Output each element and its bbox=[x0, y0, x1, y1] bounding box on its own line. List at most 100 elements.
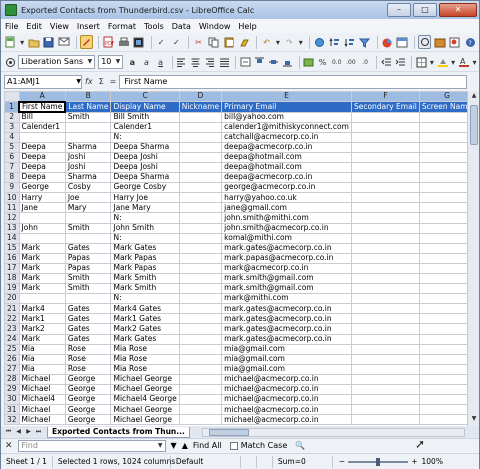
table-cell[interactable] bbox=[178, 161, 223, 174]
table-cell[interactable]: calender1@mithiskyconnect.com bbox=[221, 121, 352, 133]
table-cell[interactable]: Michael bbox=[18, 373, 66, 386]
next-sheet-icon[interactable]: ▶ bbox=[24, 428, 33, 437]
table-cell[interactable]: mark.gates@acmecorp.co.in bbox=[221, 242, 352, 254]
table-cell[interactable]: Jane bbox=[18, 202, 66, 214]
table-cell[interactable]: Mark bbox=[18, 262, 66, 275]
menu-insert[interactable]: Insert bbox=[77, 22, 100, 31]
table-cell[interactable]: Nickname bbox=[178, 101, 223, 113]
table-cell[interactable]: deepa@acmecorp.co.in bbox=[221, 172, 352, 184]
table-cell[interactable] bbox=[350, 192, 420, 204]
table-cell[interactable]: mark.gates@acmecorp.co.in bbox=[221, 323, 352, 335]
table-cell[interactable] bbox=[418, 242, 467, 254]
table-cell[interactable]: N: bbox=[110, 232, 180, 244]
styles-icon[interactable] bbox=[4, 55, 16, 69]
table-cell[interactable]: Mark4 Gates bbox=[110, 303, 180, 315]
close-button[interactable]: ✕ bbox=[439, 3, 477, 17]
undo-icon[interactable]: ↶ bbox=[260, 35, 273, 49]
dropdown-arrow-icon[interactable]: ▾ bbox=[275, 35, 281, 49]
menu-edit[interactable]: Edit bbox=[26, 22, 42, 31]
print-preview-icon[interactable] bbox=[132, 35, 145, 49]
table-cell[interactable] bbox=[418, 404, 467, 416]
table-cell[interactable] bbox=[178, 404, 223, 416]
column-header[interactable]: B bbox=[64, 91, 112, 102]
table-cell[interactable] bbox=[350, 323, 420, 335]
autospell-icon[interactable]: ✓ bbox=[170, 35, 183, 49]
table-cell[interactable]: Bill Smith bbox=[110, 111, 180, 123]
table-cell[interactable]: Michael4 George bbox=[110, 394, 180, 406]
table-cell[interactable] bbox=[350, 373, 420, 386]
table-cell[interactable]: catchall@acmecorp.co.in bbox=[221, 131, 352, 143]
table-cell[interactable]: Smith bbox=[64, 111, 112, 123]
table-cell[interactable]: Mia bbox=[18, 343, 66, 355]
table-cell[interactable] bbox=[418, 202, 467, 214]
table-cell[interactable] bbox=[418, 283, 467, 295]
table-cell[interactable]: George bbox=[64, 373, 112, 386]
clone-formatting-icon[interactable] bbox=[238, 35, 251, 49]
sum-icon[interactable]: Σ bbox=[99, 77, 104, 86]
scroll-down-icon[interactable]: ▼ bbox=[469, 415, 479, 425]
spreadsheet-grid[interactable]: A B C D E F G 1 First Name Last Name Displa… bbox=[4, 91, 467, 426]
row-header[interactable]: 31 bbox=[4, 404, 20, 416]
table-cell[interactable]: Smith bbox=[64, 272, 112, 285]
table-cell[interactable]: mia@gmail.com bbox=[221, 343, 352, 355]
table-cell[interactable]: Deepa Sharma bbox=[110, 172, 180, 184]
table-cell[interactable]: Smith bbox=[64, 222, 112, 234]
row-header[interactable]: 29 bbox=[4, 384, 20, 396]
table-cell[interactable]: mark@acmecorp.co.in bbox=[221, 262, 352, 275]
table-cell[interactable]: Joshi bbox=[64, 151, 112, 163]
function-equals-icon[interactable]: = bbox=[110, 77, 117, 86]
table-cell[interactable] bbox=[350, 141, 420, 153]
row-header[interactable]: 23 bbox=[4, 323, 20, 335]
table-cell[interactable]: Mark Smith bbox=[110, 272, 180, 285]
table-cell[interactable]: Deepa Sharma bbox=[110, 141, 180, 153]
table-cell[interactable]: Gates bbox=[64, 333, 112, 345]
table-cell[interactable] bbox=[350, 313, 420, 325]
table-cell[interactable]: deepa@hotmail.com bbox=[221, 151, 352, 163]
row-header[interactable]: 19 bbox=[4, 283, 20, 295]
table-cell[interactable]: Gates bbox=[64, 323, 112, 335]
table-cell[interactable]: Mark2 bbox=[18, 323, 66, 335]
table-cell[interactable] bbox=[350, 252, 420, 264]
table-cell[interactable]: Calender1 bbox=[110, 121, 180, 133]
table-cell[interactable] bbox=[178, 252, 223, 264]
table-cell[interactable] bbox=[178, 384, 223, 396]
table-cell[interactable] bbox=[350, 121, 420, 133]
table-cell[interactable]: Joe bbox=[64, 192, 112, 204]
row-header[interactable]: 21 bbox=[4, 303, 20, 315]
table-cell[interactable]: N: bbox=[110, 293, 180, 305]
table-cell[interactable]: mia@gmail.com bbox=[221, 363, 352, 375]
table-cell[interactable]: George bbox=[64, 414, 112, 426]
table-cell[interactable]: Mark Gates bbox=[110, 333, 180, 345]
table-cell[interactable]: George bbox=[64, 394, 112, 406]
table-cell[interactable]: George Cosby bbox=[110, 182, 180, 194]
table-cell[interactable]: Harry bbox=[18, 192, 66, 204]
table-cell[interactable] bbox=[418, 222, 467, 234]
table-cell[interactable]: Mark Gates bbox=[110, 242, 180, 254]
table-cell[interactable] bbox=[418, 232, 467, 244]
row-header[interactable]: 1 bbox=[4, 101, 20, 113]
menu-file[interactable]: File bbox=[5, 22, 18, 31]
table-cell[interactable]: Gates bbox=[64, 313, 112, 325]
table-cell[interactable]: michael@acmecorp.co.in bbox=[221, 373, 352, 386]
menu-view[interactable]: View bbox=[50, 22, 69, 31]
table-cell[interactable] bbox=[418, 343, 467, 355]
table-cell[interactable] bbox=[350, 161, 420, 174]
table-cell[interactable] bbox=[350, 232, 420, 244]
vertical-scrollbar[interactable]: ▲ ▼ bbox=[467, 91, 479, 426]
table-cell[interactable] bbox=[350, 212, 420, 224]
table-cell[interactable]: Deepa bbox=[18, 141, 66, 153]
formula-input[interactable]: First Name bbox=[119, 74, 467, 89]
row-header[interactable]: 27 bbox=[4, 363, 20, 375]
table-cell[interactable]: Michael George bbox=[110, 384, 180, 396]
table-cell[interactable] bbox=[350, 293, 420, 305]
table-cell[interactable]: mia@gmail.com bbox=[221, 353, 352, 365]
table-cell[interactable]: Secondary Email bbox=[350, 101, 420, 113]
underline-icon[interactable]: a bbox=[155, 55, 167, 69]
table-cell[interactable]: Cosby bbox=[64, 182, 112, 194]
table-cell[interactable]: Last Name bbox=[64, 101, 112, 113]
column-header[interactable]: E bbox=[221, 91, 352, 102]
table-cell[interactable]: Mary bbox=[64, 202, 112, 214]
row-header[interactable]: 15 bbox=[4, 242, 20, 254]
row-header[interactable]: 6 bbox=[4, 151, 20, 163]
row-header[interactable]: 24 bbox=[4, 333, 20, 345]
